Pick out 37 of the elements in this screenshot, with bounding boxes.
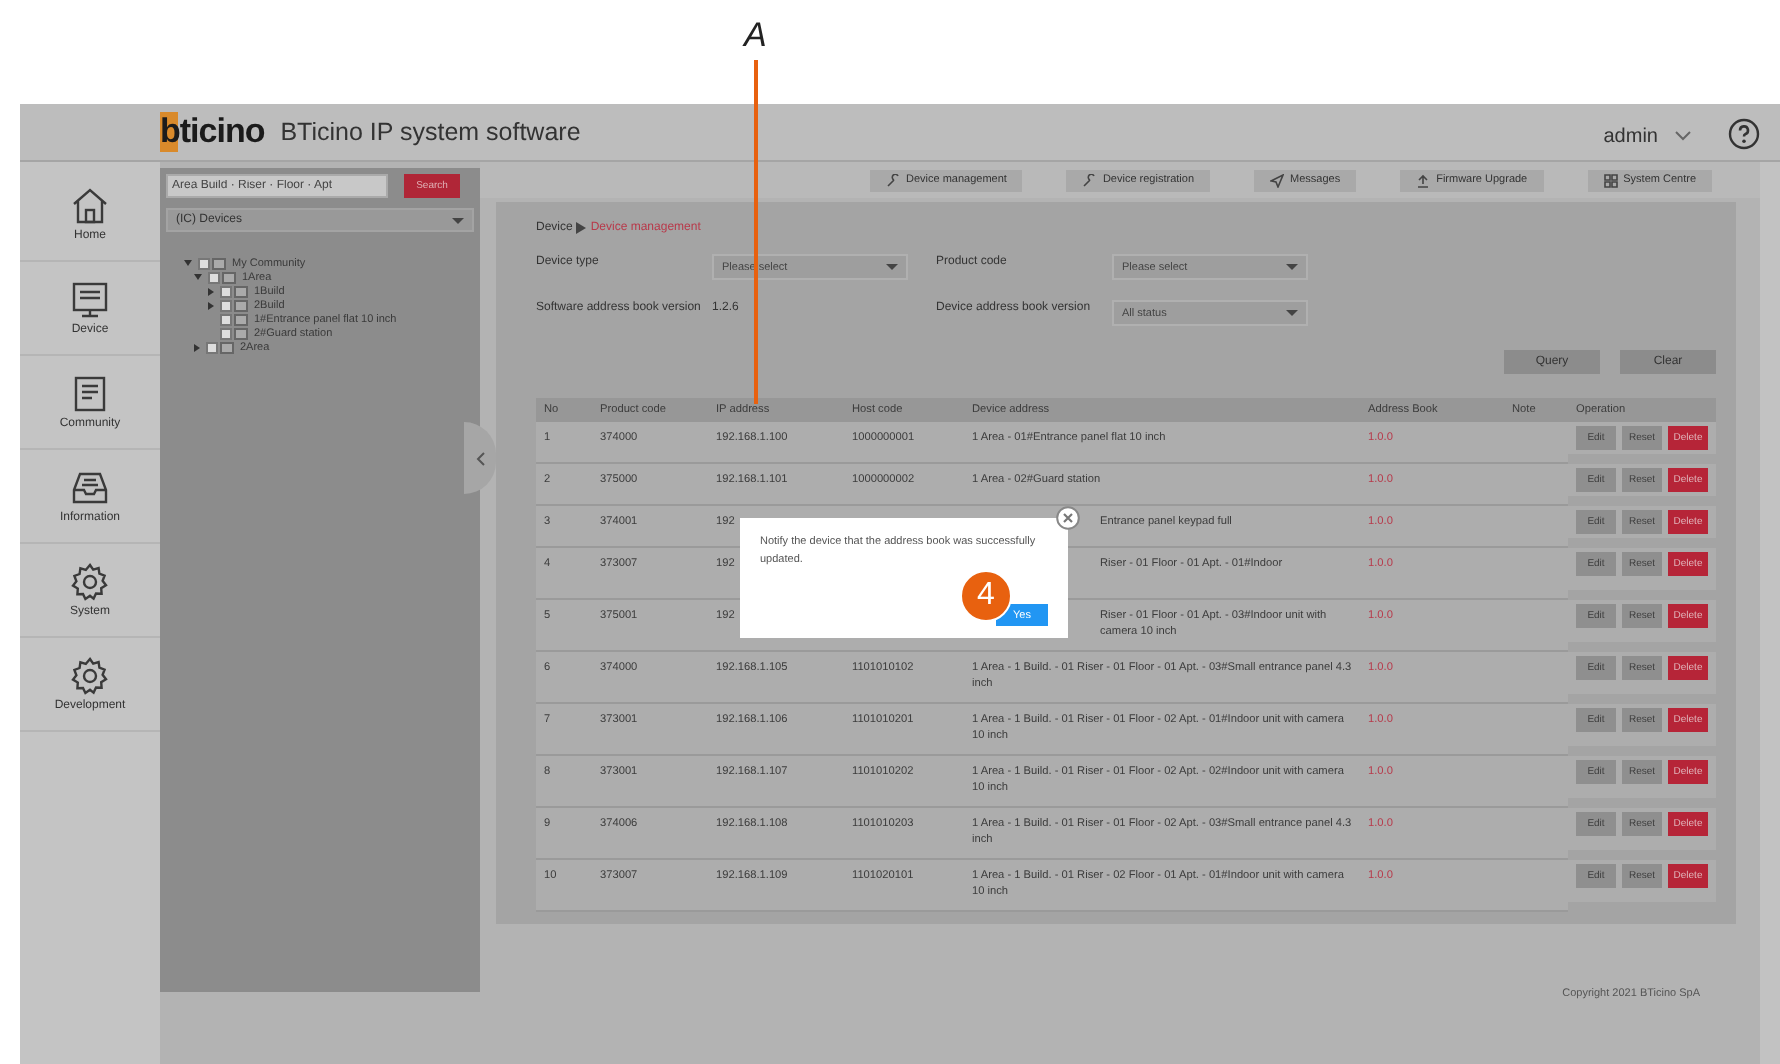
- checkbox[interactable]: [220, 299, 232, 311]
- gear-icon[interactable]: [70, 656, 110, 696]
- checkbox[interactable]: [220, 313, 232, 325]
- gear-icon[interactable]: [70, 562, 110, 602]
- checkbox[interactable]: [220, 285, 232, 297]
- document-icon[interactable]: [70, 374, 110, 414]
- wrench-icon: [886, 173, 900, 187]
- checkbox[interactable]: [198, 257, 210, 269]
- caret-icon: [1286, 310, 1298, 316]
- help-icon[interactable]: [1728, 118, 1760, 150]
- inbox-icon[interactable]: [70, 468, 110, 508]
- scrollbar[interactable]: [1760, 162, 1780, 1064]
- chevron-left-icon: [475, 451, 485, 465]
- expander-icon[interactable]: [184, 260, 192, 266]
- monitor-icon[interactable]: [70, 280, 110, 320]
- callout-label: A: [744, 16, 767, 56]
- expander-icon[interactable]: [194, 274, 202, 280]
- user-menu[interactable]: admin: [1603, 125, 1658, 147]
- expander-icon[interactable]: [194, 343, 200, 351]
- chevron-icon: [1674, 130, 1692, 142]
- wrench-icon: [1082, 173, 1097, 187]
- checkbox[interactable]: [220, 327, 232, 339]
- caret-icon: [452, 217, 464, 223]
- send-icon: [1270, 173, 1284, 187]
- caret-icon: [1286, 264, 1298, 270]
- expander-icon[interactable]: [208, 301, 214, 309]
- home-icon[interactable]: [70, 186, 110, 226]
- upload-icon: [1416, 173, 1431, 187]
- arrow-icon: [576, 222, 587, 234]
- app-title: BTicino IP system software: [280, 118, 581, 146]
- caret-icon: [886, 264, 898, 270]
- expander-icon[interactable]: [208, 287, 214, 295]
- step-badge: 4: [960, 570, 1012, 622]
- checkbox[interactable]: [206, 341, 218, 353]
- collapse-handle[interactable]: [464, 422, 496, 494]
- checkbox[interactable]: [208, 271, 220, 283]
- grid-icon: [1603, 173, 1618, 187]
